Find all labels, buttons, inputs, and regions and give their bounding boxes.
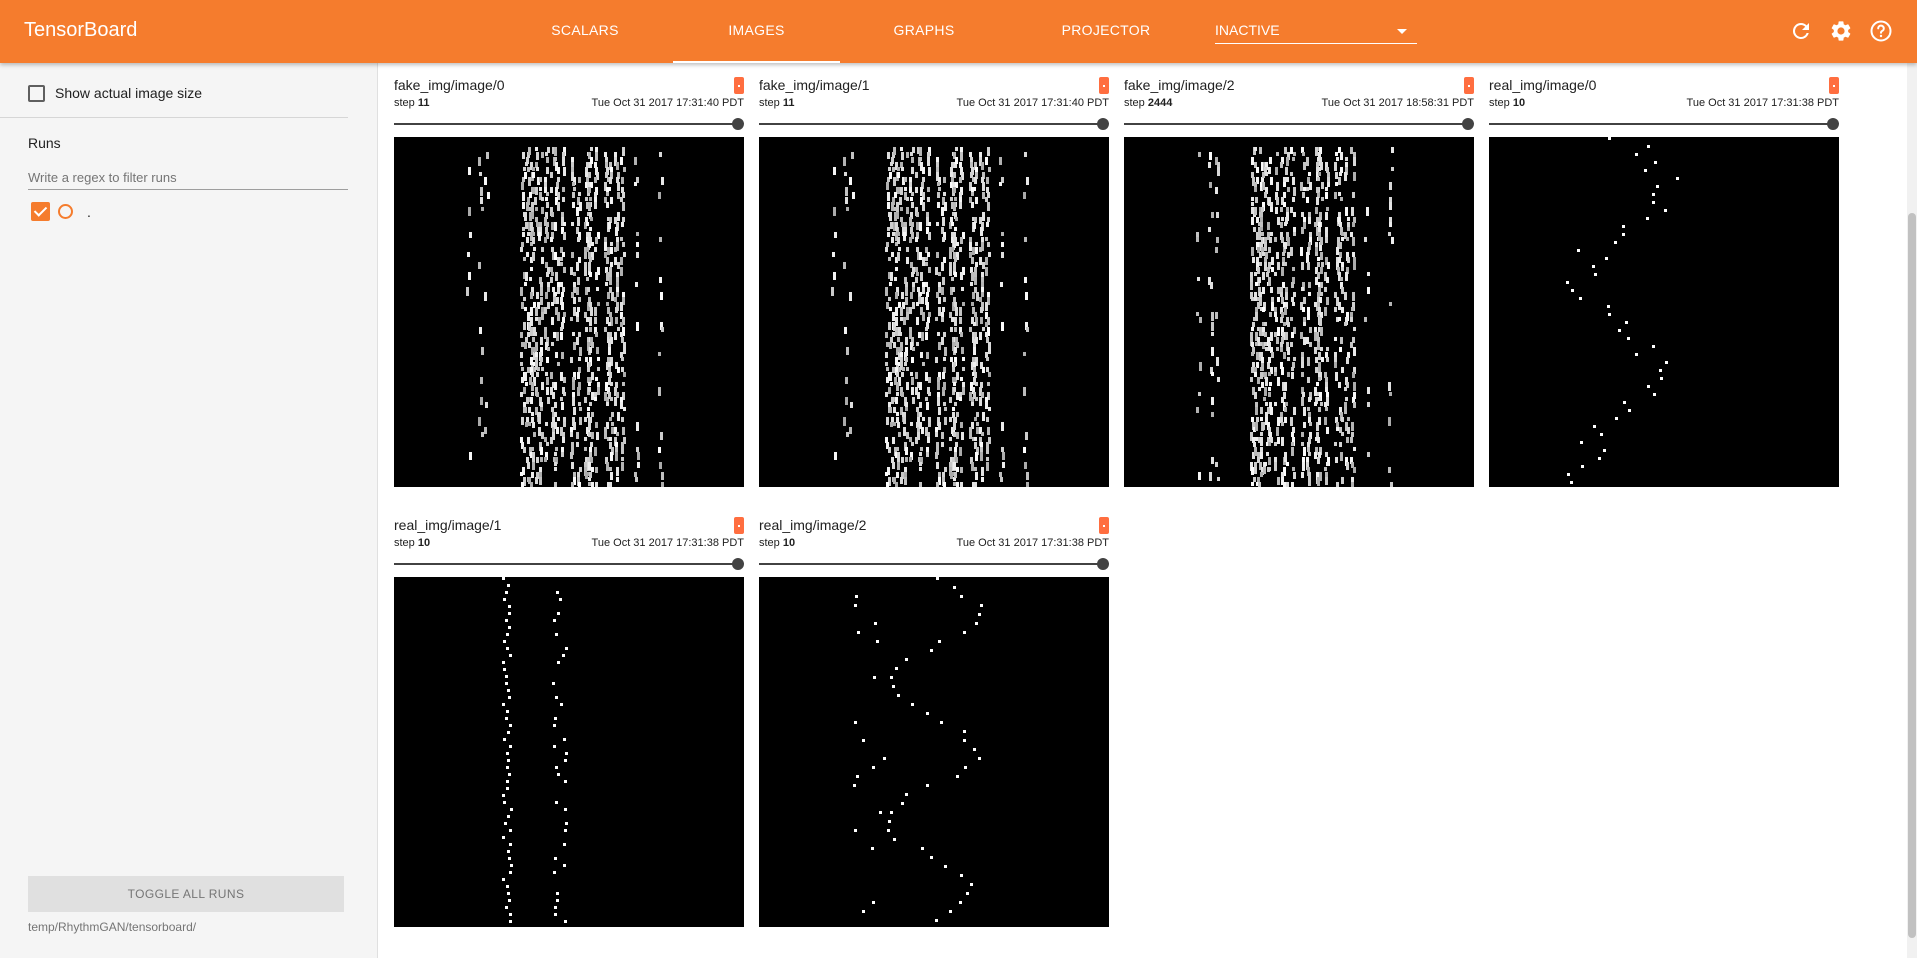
step-label: step 11	[759, 97, 795, 109]
tab-graphs[interactable]: GRAPHS	[880, 0, 968, 63]
slider-track	[1124, 123, 1468, 125]
run-regex-input[interactable]	[28, 166, 348, 190]
step-slider[interactable]	[394, 558, 744, 570]
wall-time: Tue Oct 31 2017 17:31:38 PDT	[956, 537, 1109, 549]
step-text: step	[1489, 97, 1510, 109]
card-title: real_img/image/1	[394, 517, 502, 533]
step-value: 2444	[1147, 97, 1173, 109]
image-texture	[466, 147, 664, 487]
step-label: step 2444	[1124, 97, 1172, 109]
slider-knob[interactable]	[1097, 558, 1109, 570]
dropdown-selected-value: INACTIVE	[1215, 22, 1280, 38]
wall-time: Tue Oct 31 2017 17:31:40 PDT	[956, 97, 1109, 109]
show-actual-size-label: Show actual image size	[55, 85, 203, 101]
main-scrollbar[interactable]	[1907, 63, 1917, 958]
slider-knob[interactable]	[1462, 118, 1474, 130]
image-card: real_img/image/0 step 10 Tue Oct 31 2017…	[1489, 63, 1839, 487]
help-icon[interactable]	[1869, 19, 1893, 43]
show-actual-size-row: Show actual image size	[28, 83, 202, 103]
slider-track	[394, 563, 738, 565]
step-label: step 10	[759, 537, 795, 549]
real-image	[1489, 137, 1839, 487]
wall-time: Tue Oct 31 2017 18:58:31 PDT	[1321, 97, 1474, 109]
step-value: 10	[417, 537, 431, 549]
expand-button[interactable]	[1464, 77, 1474, 94]
runs-title: Runs	[28, 135, 61, 151]
slider-knob[interactable]	[1827, 118, 1839, 130]
wall-time: Tue Oct 31 2017 17:31:38 PDT	[1686, 97, 1839, 109]
step-text: step	[759, 97, 780, 109]
image-texture	[1566, 137, 1679, 484]
tab-projector[interactable]: PROJECTOR	[1055, 0, 1157, 63]
slider-knob[interactable]	[1097, 118, 1109, 130]
step-label: step 10	[394, 537, 430, 549]
show-actual-size-checkbox[interactable]	[28, 84, 45, 102]
tab-images[interactable]: IMAGES	[673, 0, 840, 63]
slider-track	[1489, 123, 1833, 125]
step-slider[interactable]	[759, 118, 1109, 130]
slider-knob[interactable]	[732, 118, 744, 130]
card-title: fake_img/image/1	[759, 77, 870, 93]
image-texture	[831, 147, 1029, 487]
step-label: step 11	[394, 97, 430, 109]
slider-track	[394, 123, 738, 125]
step-value: 10	[782, 537, 796, 549]
toggle-all-runs-button[interactable]: TOGGLE ALL RUNS	[28, 876, 344, 912]
scrollbar-thumb[interactable]	[1908, 213, 1916, 938]
card-title: fake_img/image/2	[1124, 77, 1235, 93]
step-slider[interactable]	[1489, 118, 1839, 130]
wall-time: Tue Oct 31 2017 17:31:40 PDT	[591, 97, 744, 109]
generated-image	[1124, 137, 1474, 487]
step-text: step	[394, 537, 415, 549]
step-slider[interactable]	[1124, 118, 1474, 130]
app-title: TensorBoard	[24, 19, 138, 41]
image-card: real_img/image/2 step 10 Tue Oct 31 2017…	[759, 503, 1109, 927]
step-value: 11	[782, 97, 795, 109]
sidebar-divider	[0, 117, 348, 118]
slider-knob[interactable]	[732, 558, 744, 570]
top-app-bar: TensorBoard SCALARS IMAGES GRAPHS PROJEC…	[0, 0, 1917, 63]
sidebar: Show actual image size Runs . TOGGLE ALL…	[0, 63, 378, 958]
card-title: real_img/image/0	[1489, 77, 1597, 93]
expand-button[interactable]	[1829, 77, 1839, 94]
run-color-radio[interactable]	[58, 204, 73, 219]
card-title: real_img/image/2	[759, 517, 867, 533]
generated-image	[759, 137, 1109, 487]
run-name: .	[87, 203, 91, 220]
run-item: .	[31, 202, 91, 221]
expand-button[interactable]	[1099, 517, 1109, 534]
caret-down-icon	[1397, 29, 1407, 34]
logdir-path: temp/RhythmGAN/tensorboard/	[28, 920, 197, 934]
gear-icon[interactable]	[1829, 19, 1853, 43]
real-image	[394, 577, 744, 927]
image-texture	[1196, 147, 1394, 487]
image-texture	[853, 577, 983, 922]
tab-scalars[interactable]: SCALARS	[545, 0, 625, 63]
expand-button[interactable]	[1099, 77, 1109, 94]
card-title: fake_img/image/0	[394, 77, 505, 93]
step-label: step 10	[1489, 97, 1525, 109]
step-slider[interactable]	[394, 118, 744, 130]
generated-image	[394, 137, 744, 487]
run-checkbox[interactable]	[31, 202, 50, 221]
image-card: fake_img/image/1 step 11 Tue Oct 31 2017…	[759, 63, 1109, 487]
step-value: 10	[1512, 97, 1526, 109]
step-slider[interactable]	[759, 558, 1109, 570]
step-text: step	[759, 537, 780, 549]
image-texture	[502, 577, 568, 923]
image-card: real_img/image/1 step 10 Tue Oct 31 2017…	[394, 503, 744, 927]
slider-track	[759, 123, 1103, 125]
refresh-icon[interactable]	[1789, 19, 1813, 43]
step-value: 11	[417, 97, 430, 109]
image-card: fake_img/image/0 step 11 Tue Oct 31 2017…	[394, 63, 744, 487]
real-image	[759, 577, 1109, 927]
step-text: step	[394, 97, 415, 109]
inactive-plugins-dropdown[interactable]: INACTIVE	[1215, 17, 1417, 44]
expand-button[interactable]	[734, 517, 744, 534]
wall-time: Tue Oct 31 2017 17:31:38 PDT	[591, 537, 744, 549]
image-card: fake_img/image/2 step 2444 Tue Oct 31 20…	[1124, 63, 1474, 487]
step-text: step	[1124, 97, 1145, 109]
slider-track	[759, 563, 1103, 565]
expand-button[interactable]	[734, 77, 744, 94]
